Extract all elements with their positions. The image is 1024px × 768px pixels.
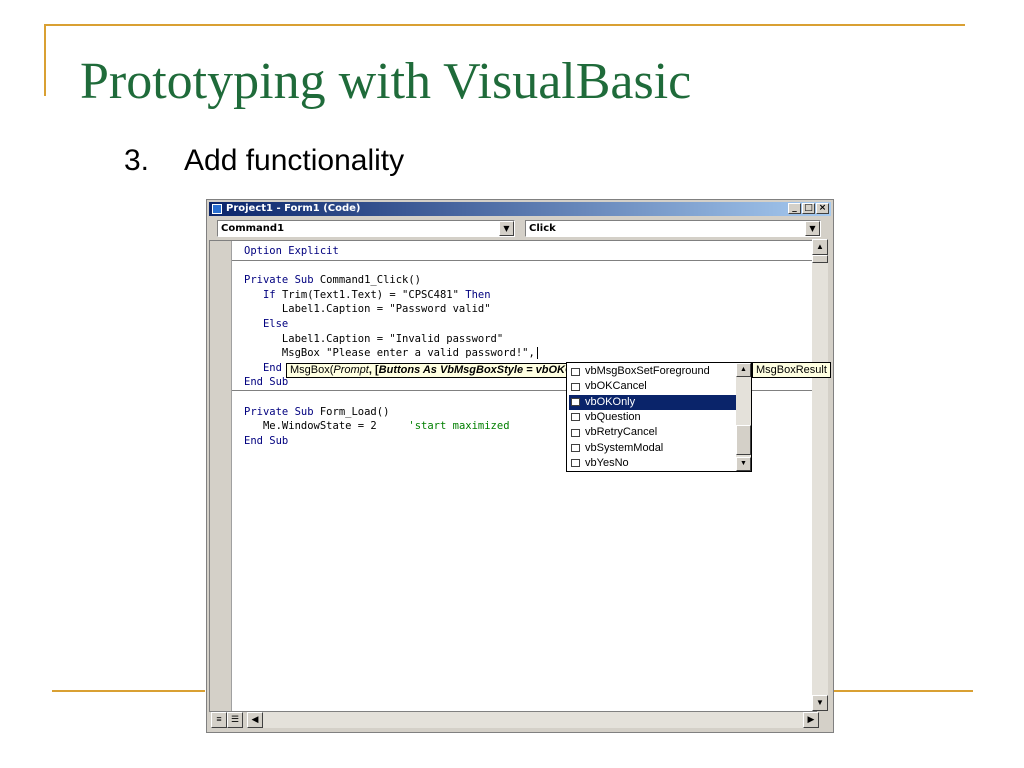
window-app-icon[interactable]	[212, 204, 222, 214]
code-token: 'start maximized	[408, 420, 510, 433]
intellisense-item-label: vbRetryCancel	[585, 426, 658, 439]
full-module-view-icon[interactable]: ☰	[227, 712, 243, 728]
intellisense-scroll-thumb[interactable]	[736, 425, 751, 455]
intellisense-item[interactable]: vbMsgBoxSetForeground	[569, 364, 737, 379]
intellisense-item[interactable]: vbSystemModal	[569, 441, 737, 456]
window-title: Project1 - Form1 (Code)	[226, 203, 361, 214]
code-token: End Sub	[244, 434, 289, 447]
vertical-scroll-thumb[interactable]	[812, 255, 828, 263]
code-token: End Sub	[244, 376, 289, 389]
tooltip-separator: , [	[368, 364, 379, 376]
object-combo-dropdown-icon[interactable]: ▼	[499, 221, 514, 236]
code-token: Else	[244, 318, 289, 330]
slide-title: Prototyping with VisualBasic	[80, 53, 692, 110]
procedure-separator	[232, 260, 816, 261]
code-line[interactable]: MsgBox "Please enter a valid password!",	[244, 347, 538, 360]
maximize-button[interactable]: □	[802, 203, 815, 214]
parameter-info-result: MsgBoxResult	[752, 362, 831, 378]
scroll-left-icon[interactable]: ◀	[247, 712, 263, 728]
procedure-view-icon[interactable]: ≡	[211, 712, 227, 728]
intellisense-item[interactable]: vbOKOnly	[569, 394, 737, 410]
code-token: Me.WindowState = 2	[244, 420, 409, 433]
constant-icon	[571, 413, 580, 422]
code-token: MsgBox "Please enter a valid password!",	[244, 347, 535, 360]
constant-icon	[571, 459, 580, 468]
procedure-combo-value: Click	[529, 223, 556, 234]
code-gutter	[210, 241, 232, 711]
bullet-number: 3.	[124, 144, 150, 177]
code-line[interactable]: Label1.Caption = "Invalid password"	[244, 333, 503, 346]
close-button[interactable]: ×	[816, 203, 829, 214]
code-token: Label1.Caption = "Password valid"	[244, 303, 491, 316]
intellisense-scroll-up-icon[interactable]: ▲	[736, 363, 751, 377]
code-token: Command1_Click()	[319, 274, 422, 287]
code-line[interactable]: Else	[244, 318, 288, 331]
tooltip-param-buttons: Buttons As VbMsgBoxStyle = vbOKO	[378, 364, 568, 376]
code-token: If	[244, 288, 282, 301]
constant-icon	[571, 398, 580, 407]
code-line[interactable]: Private Sub Form_Load()	[244, 406, 389, 419]
slide-bottom-rule-left	[52, 690, 205, 692]
intellisense-scrollbar[interactable]: ▲ ▼	[736, 363, 751, 471]
bullet-text: Add functionality	[184, 144, 405, 177]
intellisense-item[interactable]: vbRetryCancel	[569, 425, 737, 440]
intellisense-list[interactable]: vbMsgBoxSetForeground vbOKCancel vbOKOnly v…	[566, 362, 752, 472]
window-controls: _ □ ×	[787, 203, 829, 215]
code-line[interactable]: End	[244, 362, 282, 375]
slide-bottom-rule-right	[833, 690, 973, 692]
intellisense-item-label: vbMsgBoxSetForeground	[585, 365, 710, 377]
intellisense-item[interactable]: vbQuestion	[569, 410, 737, 425]
horizontal-scrollbar[interactable]: ≡ ☰ ◀ ▶	[209, 712, 819, 728]
intellisense-item-label: vbQuestion	[585, 410, 641, 423]
horizontal-scroll-track[interactable]	[263, 712, 803, 728]
code-editor[interactable]: Option Explicit Private Sub Command1_Clic…	[209, 240, 817, 712]
object-combo[interactable]: Command1 ▼	[217, 220, 515, 237]
code-token: Label1.Caption = "Invalid password"	[244, 332, 504, 345]
scroll-up-icon[interactable]: ▲	[812, 239, 828, 255]
code-line[interactable]: If Trim(Text1.Text) = "CPSC481" Then	[244, 289, 491, 302]
slide-left-rule	[44, 24, 46, 96]
procedure-combo-dropdown-icon[interactable]: ▼	[805, 221, 820, 236]
scroll-down-icon[interactable]: ▼	[812, 695, 828, 711]
intellisense-item[interactable]: vbYesNo	[569, 456, 737, 471]
constant-icon	[571, 444, 580, 452]
window-titlebar[interactable]: Project1 - Form1 (Code) _ □ ×	[209, 202, 831, 216]
code-line[interactable]: End Sub	[244, 435, 288, 448]
text-caret	[536, 347, 538, 360]
code-token: Private Sub	[244, 405, 320, 418]
code-token: Private Sub	[244, 274, 320, 287]
parameter-info-tooltip: MsgBox(Prompt, [Buttons As VbMsgBoxStyle…	[286, 363, 568, 378]
intellisense-scroll-down-icon[interactable]: ▼	[736, 457, 751, 471]
code-token: End	[244, 361, 282, 374]
scroll-right-icon[interactable]: ▶	[803, 712, 819, 728]
intellisense-item-label: vbOKOnly	[585, 395, 636, 408]
code-line[interactable]: Me.WindowState = 2 'start maximized	[244, 420, 510, 433]
constant-icon	[571, 428, 580, 437]
code-token: Trim(Text1.Text) = "CPSC481"	[281, 288, 466, 301]
minimize-button[interactable]: _	[788, 203, 801, 214]
object-combo-value: Command1	[221, 223, 285, 234]
vertical-scrollbar[interactable]: ▲ ▼	[812, 239, 828, 711]
constant-icon	[571, 382, 580, 391]
code-token: Option Explicit	[244, 245, 339, 257]
tooltip-param-prompt: Prompt	[333, 364, 369, 376]
code-line[interactable]: End Sub	[244, 376, 288, 389]
code-line[interactable]: Private Sub Command1_Click()	[244, 274, 421, 287]
constant-icon	[571, 367, 580, 376]
bullet-point: 3. Add functionality	[124, 144, 404, 178]
intellisense-item-label: vbOKCancel	[585, 380, 647, 393]
code-token: Then	[465, 288, 491, 301]
slide-top-rule	[44, 24, 965, 26]
code-line[interactable]: Option Explicit	[244, 245, 339, 258]
intellisense-item-label: vbSystemModal	[585, 441, 664, 454]
intellisense-item-label: vbYesNo	[585, 456, 629, 469]
code-token: Form_Load()	[319, 405, 390, 418]
code-line[interactable]: Label1.Caption = "Password valid"	[244, 303, 491, 316]
intellisense-item[interactable]: vbOKCancel	[569, 379, 737, 394]
tooltip-function: MsgBox(	[290, 364, 334, 376]
procedure-combo[interactable]: Click ▼	[525, 220, 821, 237]
